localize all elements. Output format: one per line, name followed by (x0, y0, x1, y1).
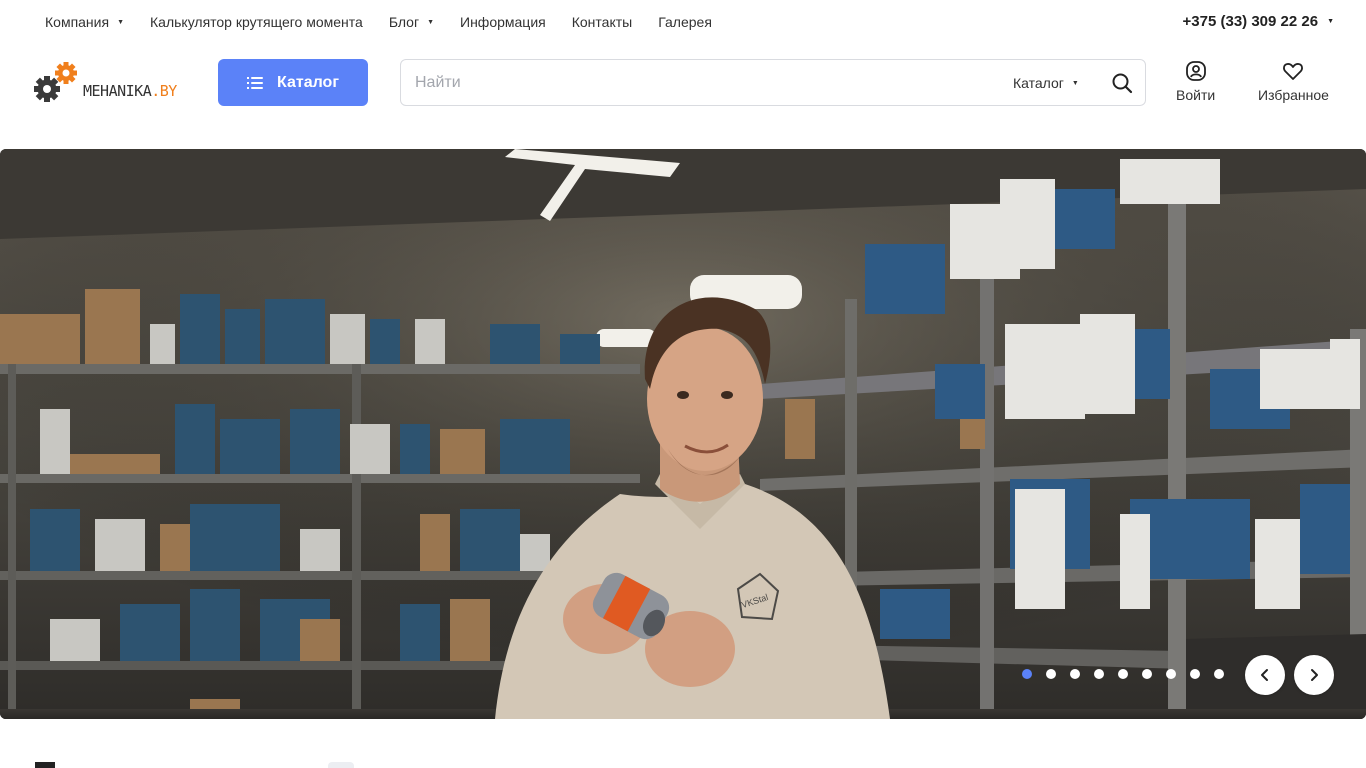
search-scope-label: Каталог (1013, 75, 1064, 91)
section-heading-fragment (35, 762, 55, 768)
search-input[interactable] (415, 72, 975, 94)
top-nav: Компания ▼ Калькулятор крутящего момента… (45, 14, 738, 30)
list-icon (247, 76, 263, 89)
slider-dot-3[interactable] (1070, 669, 1080, 679)
site-logo[interactable]: MEHANIKA.BY (33, 60, 188, 104)
catalog-button-label: Каталог (277, 73, 339, 91)
slider-dot-6[interactable] (1142, 669, 1152, 679)
slider-dot-8[interactable] (1190, 669, 1200, 679)
nav-item-label: Галерея (658, 14, 712, 30)
logo-text-suffix: .BY (151, 82, 177, 100)
caret-down-icon: ▼ (1327, 18, 1334, 25)
nav-item-info[interactable]: Информация (460, 14, 546, 30)
favorites-button[interactable]: Избранное (1258, 60, 1329, 103)
nav-item-label: Компания (45, 14, 110, 30)
slider-dot-5[interactable] (1118, 669, 1128, 679)
nav-item-label: Информация (460, 14, 546, 30)
gear-icon (34, 62, 77, 102)
nav-item-label: Блог (388, 14, 420, 30)
nav-item-contacts[interactable]: Контакты (572, 14, 632, 30)
slider-pagination (1022, 669, 1224, 679)
catalog-button[interactable]: Каталог (218, 59, 368, 106)
login-button[interactable]: Войти (1176, 60, 1215, 103)
nav-item-label: Контакты (571, 14, 633, 30)
logo-text: MEHANIKA.BY (83, 82, 177, 100)
caret-down-icon: ▼ (117, 18, 125, 26)
search-scope-select[interactable]: Каталог ▼ (1013, 75, 1079, 91)
slider-dot-1[interactable] (1022, 669, 1032, 679)
slider-dot-7[interactable] (1166, 669, 1176, 679)
search-icon[interactable] (1111, 72, 1133, 94)
hero-image: VKStal (0, 149, 1366, 719)
top-bar: Компания ▼ Калькулятор крутящего момента… (0, 0, 1366, 46)
slider-dot-2[interactable] (1046, 669, 1056, 679)
nav-item-company[interactable]: Компания ▼ (45, 14, 124, 30)
slider-prev-button[interactable] (1245, 655, 1285, 695)
logo-text-main: MEHANIKA (83, 82, 152, 100)
nav-item-blog[interactable]: Блог ▼ (389, 14, 434, 30)
caret-down-icon: ▼ (427, 18, 435, 26)
nav-item-torque-calculator[interactable]: Калькулятор крутящего момента (150, 14, 363, 30)
phone-number: +375 (33) 309 22 26 (1182, 13, 1319, 30)
chevron-right-icon (1311, 669, 1318, 681)
phone-dropdown[interactable]: +375 (33) 309 22 26 ▼ (1183, 13, 1334, 30)
favorites-label: Избранное (1258, 87, 1329, 103)
search-bar: Каталог ▼ (400, 59, 1146, 106)
heart-icon (1283, 63, 1304, 80)
slider-dot-4[interactable] (1094, 669, 1104, 679)
slider-dot-9[interactable] (1214, 669, 1224, 679)
user-icon (1185, 61, 1206, 81)
nav-item-label: Калькулятор крутящего момента (150, 14, 363, 30)
login-label: Войти (1176, 87, 1216, 103)
hero-slider: VKStal (0, 149, 1366, 719)
caret-down-icon: ▼ (1071, 79, 1079, 87)
nav-item-gallery[interactable]: Галерея (658, 14, 712, 30)
slider-next-button[interactable] (1294, 655, 1334, 695)
section-tab-fragment (328, 762, 354, 768)
chevron-left-icon (1261, 669, 1268, 681)
